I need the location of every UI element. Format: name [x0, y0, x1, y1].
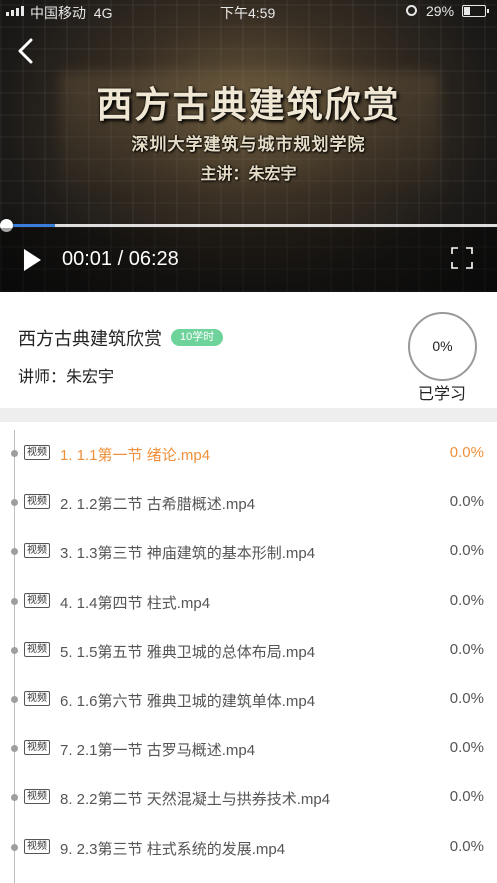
- lesson-progress: 0.0%: [449, 640, 484, 658]
- lesson-item[interactable]: 视频 5. 1.5第五节 雅典卫城的总体布局.mp4 0.0%: [0, 623, 497, 672]
- video-type-tag: 视频: [24, 494, 50, 510]
- video-type-tag: 视频: [24, 838, 50, 854]
- lesson-title: 7. 2.1第一节 古罗马概述.mp4: [60, 742, 256, 760]
- lesson-item[interactable]: 视频 8. 2.2第二节 天然混凝土与拱券技术.mp4 0.0%: [0, 770, 497, 819]
- signal-icon: [6, 6, 24, 16]
- video-type-tag: 视频: [24, 445, 50, 460]
- video-time-display: 00:01 / 06:28: [62, 248, 179, 270]
- lesson-title: 3. 1.3第三节 神庙建筑的基本形制.mp4: [60, 545, 316, 563]
- video-type-tag: 视频: [24, 691, 50, 706]
- study-progress-label: 已学习: [418, 386, 467, 403]
- lesson-item[interactable]: 视频 6. 1.6第六节 雅典卫城的建筑单体.mp4 0.0%: [0, 672, 497, 721]
- timeline-dot: [11, 794, 18, 802]
- lesson-title: 5. 1.5第五节 雅典卫城的总体布局.mp4: [60, 643, 316, 661]
- orientation-lock-icon: [406, 5, 417, 16]
- lesson-item[interactable]: 视频 2. 1.2第二节 古希腊概述.mp4 0.0%: [0, 475, 497, 524]
- video-frame-lecturer: 主讲：朱宏宇: [200, 164, 297, 183]
- timeline-dot: [11, 548, 18, 556]
- lesson-list: 视频 1. 1.1第一节 绪论.mp4 0.0% 视频 2. 1.2第二节 古希…: [0, 422, 497, 883]
- lesson-progress: 0.0%: [449, 591, 484, 609]
- course-hours-badge: 10学时: [171, 329, 224, 346]
- lesson-title: 9. 2.3第三节 柱式系统的发展.mp4: [60, 840, 286, 858]
- video-progress-bar[interactable]: [0, 224, 497, 227]
- lesson-progress: 0.0%: [449, 739, 484, 757]
- lesson-item[interactable]: 视频 1. 1.1第一节 绪论.mp4 0.0%: [0, 426, 497, 475]
- timeline-dot: [11, 843, 18, 851]
- lesson-progress: 0.0%: [449, 493, 484, 511]
- lesson-progress: 0.0%: [449, 542, 484, 560]
- timeline-dot: [11, 696, 18, 703]
- video-type-tag: 视频: [24, 641, 50, 657]
- status-carrier: 中国移动 4G: [30, 5, 113, 21]
- lesson-item[interactable]: 视频 4. 1.4第四节 柱式.mp4 0.0%: [0, 574, 497, 623]
- video-type-tag: 视频: [24, 740, 50, 756]
- timeline-dot: [11, 646, 18, 654]
- lesson-title: 4. 1.4第四节 柱式.mp4: [60, 594, 211, 612]
- course-info: 西方古典建筑欣赏 10学时 讲师：朱宏宇 0% 已学习: [0, 292, 497, 408]
- section-divider: [0, 408, 497, 422]
- video-controls: 00:01 / 06:28: [0, 228, 497, 292]
- study-progress-circle: 0%: [408, 312, 477, 381]
- lesson-progress: 0.0%: [449, 788, 484, 806]
- lesson-item[interactable]: 视频 3. 1.3第三节 神庙建筑的基本形制.mp4 0.0%: [0, 524, 497, 573]
- lesson-title: 2. 1.2第二节 古希腊概述.mp4: [60, 496, 256, 514]
- lesson-title: 1. 1.1第一节 绪论.mp4: [60, 447, 211, 464]
- timeline-dot: [11, 745, 18, 753]
- video-type-tag: 视频: [24, 789, 50, 805]
- video-player[interactable]: 中国移动 4G 下午4:59 29% 西方古典建筑欣赏 深圳大学建筑与城市规划学…: [0, 0, 497, 292]
- lesson-title: 6. 1.6第六节 雅典卫城的建筑单体.mp4: [60, 693, 316, 710]
- timeline-dot: [11, 450, 18, 457]
- lesson-progress: 0.0%: [449, 837, 484, 855]
- video-type-tag: 视频: [24, 543, 50, 559]
- video-frame-title: 西方古典建筑欣赏: [96, 84, 401, 126]
- status-bar: 中国移动 4G 下午4:59 29%: [0, 0, 497, 24]
- course-title: 西方古典建筑欣赏: [18, 329, 162, 349]
- timeline-dot: [11, 597, 18, 605]
- timeline-dot: [11, 499, 18, 507]
- lesson-progress: 0.0%: [449, 444, 484, 461]
- video-frame-subtitle: 深圳大学建筑与城市规划学院: [131, 135, 366, 155]
- course-teacher: 讲师：朱宏宇: [18, 369, 115, 386]
- fullscreen-icon[interactable]: [450, 246, 474, 270]
- battery-icon: [462, 5, 489, 17]
- lesson-title: 8. 2.2第二节 天然混凝土与拱券技术.mp4: [60, 791, 331, 809]
- status-time: 下午4:59: [220, 5, 276, 21]
- video-type-tag: 视频: [24, 592, 50, 608]
- back-icon[interactable]: [14, 38, 38, 64]
- lesson-item[interactable]: 视频 7. 2.1第一节 古罗马概述.mp4 0.0%: [0, 721, 497, 770]
- battery-percent: 29%: [426, 3, 455, 19]
- play-icon[interactable]: [22, 248, 42, 272]
- lesson-item[interactable]: 视频 9. 2.3第三节 柱式系统的发展.mp4 0.0%: [0, 820, 497, 869]
- lesson-progress: 0.0%: [449, 690, 484, 707]
